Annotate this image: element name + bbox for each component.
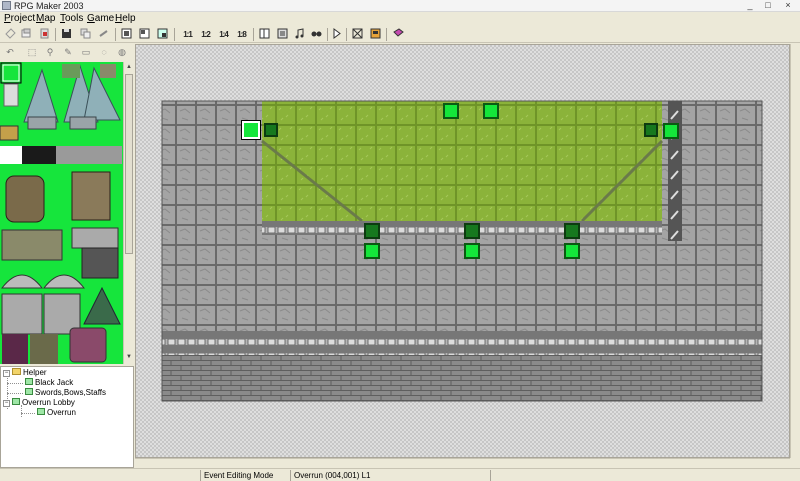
close-project-icon[interactable] xyxy=(38,28,51,41)
copy-map-icon[interactable] xyxy=(79,28,92,41)
map-icon xyxy=(37,408,45,415)
map-horizontal-scrollbar[interactable] xyxy=(135,458,790,467)
status-bar: Event Editing Mode Overrun (004,001) L1 xyxy=(0,468,800,481)
minimize-button[interactable]: _ xyxy=(742,1,758,11)
tree-item-label: Black Jack xyxy=(35,378,74,387)
tree-item-helper[interactable]: − Helper xyxy=(3,368,47,378)
toolbar-separator xyxy=(115,28,116,41)
status-location: Overrun (004,001) L1 xyxy=(290,470,490,481)
tree-item-black-jack[interactable]: Black Jack xyxy=(25,378,73,388)
tree-item-label: Helper xyxy=(23,368,47,377)
pencil-icon[interactable]: ✎ xyxy=(62,46,74,58)
circle-icon[interactable]: ◌ xyxy=(98,46,110,58)
zoom-1-8-button[interactable]: 1:8 xyxy=(235,28,248,41)
menu-game[interactable]: Game xyxy=(87,13,114,25)
title-bar: RPG Maker 2003 _ □ × xyxy=(0,0,800,12)
event-tile[interactable] xyxy=(564,243,580,259)
window-title: RPG Maker 2003 xyxy=(14,1,84,11)
toolbar-separator xyxy=(346,28,347,41)
event-tile[interactable] xyxy=(364,243,380,259)
tileset-graphics xyxy=(0,62,122,364)
event-tile[interactable] xyxy=(464,243,480,259)
menu-project[interactable]: Project xyxy=(4,13,35,25)
toolbar-separator xyxy=(55,28,56,41)
map-icon xyxy=(12,398,20,405)
play-test-icon[interactable] xyxy=(330,28,343,41)
status-empty xyxy=(490,470,800,481)
paste-map-icon[interactable] xyxy=(97,28,110,41)
map-tree: − Helper Black Jack Swords,Bows,Staffs − O… xyxy=(0,366,134,468)
show-title-icon[interactable] xyxy=(369,28,382,41)
search-icon[interactable] xyxy=(310,28,323,41)
map-vertical-scrollbar[interactable] xyxy=(790,44,800,458)
scroll-down-icon[interactable]: ▼ xyxy=(125,353,133,362)
event-tile[interactable] xyxy=(364,223,380,239)
undo-icon[interactable]: ↶ xyxy=(4,46,16,58)
map-icon xyxy=(25,378,33,385)
music-icon[interactable] xyxy=(293,28,306,41)
event-tile[interactable] xyxy=(443,103,459,119)
fill-icon[interactable]: ◍ xyxy=(116,46,128,58)
toolbar-separator xyxy=(253,28,254,41)
app-icon xyxy=(2,1,11,10)
menu-map[interactable]: Map xyxy=(36,13,55,25)
menu-tools[interactable]: Tools xyxy=(60,13,83,25)
event-tile[interactable] xyxy=(564,223,580,239)
collapse-icon[interactable]: − xyxy=(3,400,10,407)
maximize-button[interactable]: □ xyxy=(760,1,776,11)
material-icon[interactable] xyxy=(276,28,289,41)
scroll-up-icon[interactable]: ▲ xyxy=(125,63,133,72)
close-button[interactable]: × xyxy=(780,1,796,11)
collapse-icon[interactable]: − xyxy=(3,370,10,377)
tree-item-overrun[interactable]: Overrun xyxy=(37,408,76,418)
rpg-maker-window: RPG Maker 2003 _ □ × Project Map Tools G… xyxy=(0,0,800,481)
open-project-icon[interactable] xyxy=(20,28,33,41)
tile-palette[interactable] xyxy=(0,62,123,364)
menu-help[interactable]: Help xyxy=(115,13,136,25)
new-project-icon[interactable] xyxy=(4,28,17,41)
event-tile[interactable] xyxy=(464,223,480,239)
status-mode: Event Editing Mode xyxy=(200,470,290,481)
zoom-icon[interactable]: ⚲ xyxy=(44,46,56,58)
drawing-toolbar: ↶ ⬚ ⚲ ✎ ▭ ◌ ◍ xyxy=(0,44,134,61)
event-tile[interactable] xyxy=(644,123,658,137)
help-book-icon[interactable] xyxy=(392,28,405,41)
lower-layer-icon[interactable] xyxy=(120,28,133,41)
toolbar-separator xyxy=(327,28,328,41)
tree-connector xyxy=(21,413,35,414)
toolbar-separator xyxy=(174,28,175,41)
map-icon xyxy=(25,388,33,395)
map-canvas[interactable] xyxy=(135,44,790,458)
database-icon[interactable] xyxy=(258,28,271,41)
zoom-1-1-button[interactable]: 1:1 xyxy=(181,28,194,41)
tree-item-overrun-lobby[interactable]: − Overrun Lobby xyxy=(3,398,75,408)
event-tile[interactable] xyxy=(483,103,499,119)
folder-icon xyxy=(12,368,21,375)
tree-item-label: Overrun Lobby xyxy=(22,398,75,407)
event-tile[interactable] xyxy=(264,123,278,137)
save-icon[interactable] xyxy=(60,28,73,41)
zoom-1-2-button[interactable]: 1:2 xyxy=(199,28,212,41)
toolbar-separator xyxy=(386,28,387,41)
event-tile[interactable] xyxy=(241,120,261,140)
event-layer-icon[interactable] xyxy=(156,28,169,41)
tree-item-label: Overrun xyxy=(47,408,76,417)
fullscreen-icon[interactable] xyxy=(351,28,364,41)
menu-bar: Project Map Tools Game Help xyxy=(0,12,800,26)
tree-item-swords-bows-staffs[interactable]: Swords,Bows,Staffs xyxy=(25,388,106,398)
palette-scrollbar[interactable]: ▲ ▼ xyxy=(123,62,133,364)
palette-scroll-thumb[interactable] xyxy=(125,74,133,254)
tree-item-label: Swords,Bows,Staffs xyxy=(35,388,106,397)
tree-connector xyxy=(7,383,23,384)
upper-layer-icon[interactable] xyxy=(138,28,151,41)
main-toolbar: 1:1 1:2 1:4 1:8 xyxy=(0,26,800,43)
event-tile[interactable] xyxy=(663,123,679,139)
select-icon[interactable]: ⬚ xyxy=(26,46,38,58)
tree-connector xyxy=(7,393,23,394)
rectangle-icon[interactable]: ▭ xyxy=(80,46,92,58)
zoom-1-4-button[interactable]: 1:4 xyxy=(217,28,230,41)
